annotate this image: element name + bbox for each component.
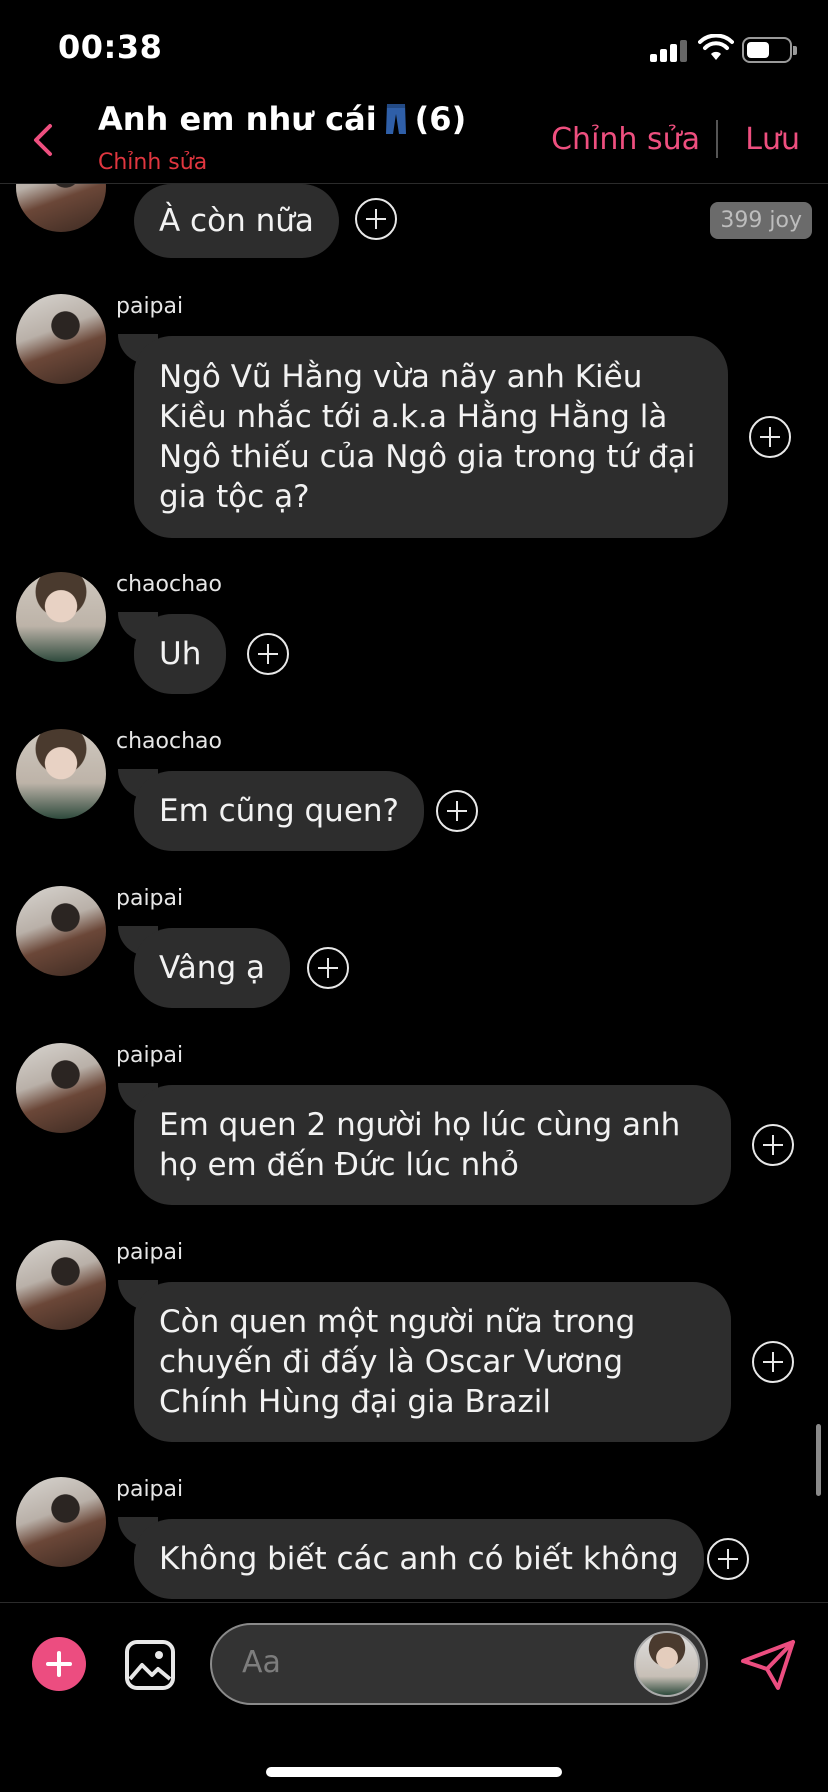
composer-bar: Aa <box>0 1602 828 1792</box>
save-button[interactable]: Lưu <box>745 122 800 157</box>
avatar[interactable] <box>16 572 106 662</box>
add-reaction-icon[interactable] <box>247 633 289 675</box>
avatar[interactable] <box>16 184 106 232</box>
persona-avatar[interactable] <box>634 1631 700 1697</box>
edit-button[interactable]: Chỉnh sửa <box>551 122 700 157</box>
chat-header: Anh em như cái (6) Chỉnh sửa Chỉnh sửa L… <box>0 96 828 184</box>
message-item: paipai Không biết các anh có biết không <box>0 1477 828 1602</box>
add-reaction-icon[interactable] <box>436 790 478 832</box>
home-indicator[interactable] <box>266 1767 562 1777</box>
message-text: Uh <box>159 636 202 672</box>
header-divider <box>716 120 718 158</box>
chat-title: Anh em như cái (6) <box>98 100 466 138</box>
joy-badge: 399 joy <box>710 202 812 239</box>
message-text: Còn quen một người nữa trong chuyến đi đ… <box>159 1304 636 1420</box>
avatar[interactable] <box>16 729 106 819</box>
avatar[interactable] <box>16 1240 106 1330</box>
message-item: paipai Vâng ạ <box>0 886 828 1016</box>
message-text: À còn nữa <box>159 203 314 239</box>
add-reaction-icon[interactable] <box>752 1341 794 1383</box>
message-text: Em quen 2 người họ lúc cùng anh họ em đế… <box>159 1107 681 1183</box>
message-bubble[interactable]: Em quen 2 người họ lúc cùng anh họ em đế… <box>134 1085 731 1205</box>
message-bubble[interactable]: Em cũng quen? <box>134 771 425 851</box>
message-bubble[interactable]: Còn quen một người nữa trong chuyến đi đ… <box>134 1282 731 1442</box>
message-bubble[interactable]: Ngô Vũ Hằng vừa nãy anh Kiều Kiều nhắc t… <box>134 336 728 538</box>
sender-name: paipai <box>116 1043 184 1068</box>
add-attachment-button[interactable] <box>32 1637 86 1691</box>
message-item: chaochao Uh <box>0 572 828 702</box>
message-item: paipai Ngô Vũ Hằng vừa nãy anh Kiều Kiều… <box>0 294 828 544</box>
sender-name: paipai <box>116 1477 184 1502</box>
image-icon[interactable] <box>124 1639 176 1691</box>
message-input-placeholder: Aa <box>242 1645 281 1680</box>
message-list[interactable]: À còn nữa 399 joy paipai Ngô Vũ Hằng vừa… <box>0 184 828 1602</box>
message-text: Không biết các anh có biết không <box>159 1541 679 1577</box>
message-bubble[interactable]: Vâng ạ <box>134 928 290 1008</box>
sender-name: paipai <box>116 1240 184 1265</box>
sender-name: chaochao <box>116 572 222 597</box>
add-reaction-icon[interactable] <box>355 198 397 240</box>
message-text: Vâng ạ <box>159 950 265 986</box>
message-input[interactable]: Aa <box>210 1623 708 1705</box>
message-bubble[interactable]: À còn nữa <box>134 184 339 258</box>
add-reaction-icon[interactable] <box>707 1538 749 1580</box>
message-item: paipai Em quen 2 người họ lúc cùng anh h… <box>0 1043 828 1213</box>
message-text: Ngô Vũ Hằng vừa nãy anh Kiều Kiều nhắc t… <box>159 359 696 515</box>
back-chevron-icon[interactable] <box>24 118 64 162</box>
avatar[interactable] <box>16 886 106 976</box>
add-reaction-icon[interactable] <box>752 1124 794 1166</box>
message-item: À còn nữa 399 joy <box>0 184 828 264</box>
chat-subtitle[interactable]: Chỉnh sửa <box>98 150 207 175</box>
wifi-icon <box>698 34 734 60</box>
avatar[interactable] <box>16 1043 106 1133</box>
jeans-icon <box>385 104 406 134</box>
chat-title-text: Anh em như cái <box>98 100 377 138</box>
add-reaction-icon[interactable] <box>307 947 349 989</box>
avatar[interactable] <box>16 1477 106 1567</box>
sender-name: paipai <box>116 294 184 319</box>
cellular-signal-icon <box>650 40 688 62</box>
battery-icon <box>742 37 797 63</box>
member-count: (6) <box>414 100 467 138</box>
avatar[interactable] <box>16 294 106 384</box>
message-item: chaochao Em cũng quen? <box>0 729 828 859</box>
status-time: 00:38 <box>58 28 163 66</box>
message-bubble[interactable]: Uh <box>134 614 227 694</box>
message-item: paipai Còn quen một người nữa trong chuy… <box>0 1240 828 1450</box>
message-bubble[interactable]: Không biết các anh có biết không <box>134 1519 704 1599</box>
sender-name: chaochao <box>116 729 222 754</box>
sender-name: paipai <box>116 886 184 911</box>
status-bar: 00:38 <box>0 0 828 96</box>
scrollbar[interactable] <box>816 1424 821 1496</box>
send-icon[interactable] <box>740 1639 796 1691</box>
message-text: Em cũng quen? <box>159 793 400 829</box>
add-reaction-icon[interactable] <box>749 416 791 458</box>
